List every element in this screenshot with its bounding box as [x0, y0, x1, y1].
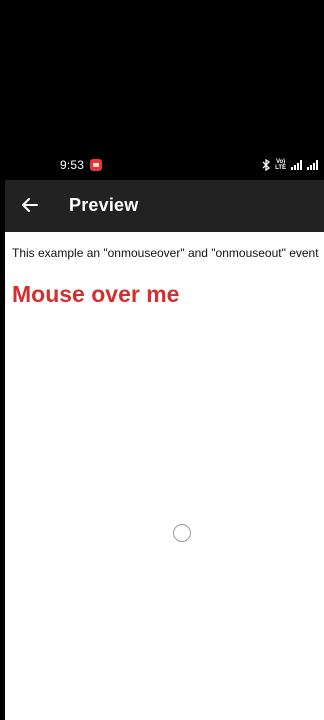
signal-strength-icon-1: [291, 160, 302, 170]
back-button[interactable]: [15, 192, 45, 222]
volte-indicator: Vo) LTE: [275, 159, 286, 171]
status-icons: Vo) LTE: [262, 158, 318, 172]
description-text: This example an "onmouseover" and "onmou…: [12, 246, 319, 260]
volte-line2: LTE: [275, 165, 286, 171]
signal-strength-icon-2: [307, 160, 318, 170]
app-bar: Preview: [5, 180, 324, 232]
app-screen: Preview This example an "onmouseover" an…: [5, 180, 324, 720]
back-arrow-icon: [21, 196, 39, 219]
touch-indicator-icon: [173, 524, 191, 542]
page-title: Preview: [69, 195, 139, 215]
status-time: 9:53: [60, 158, 85, 172]
top-black-area: [0, 0, 324, 152]
status-bar: 9:53 Vo) LTE: [0, 152, 324, 180]
notification-badge-icon: [90, 159, 102, 171]
bluetooth-icon: [262, 159, 271, 171]
mouse-over-heading[interactable]: Mouse over me: [12, 281, 179, 308]
